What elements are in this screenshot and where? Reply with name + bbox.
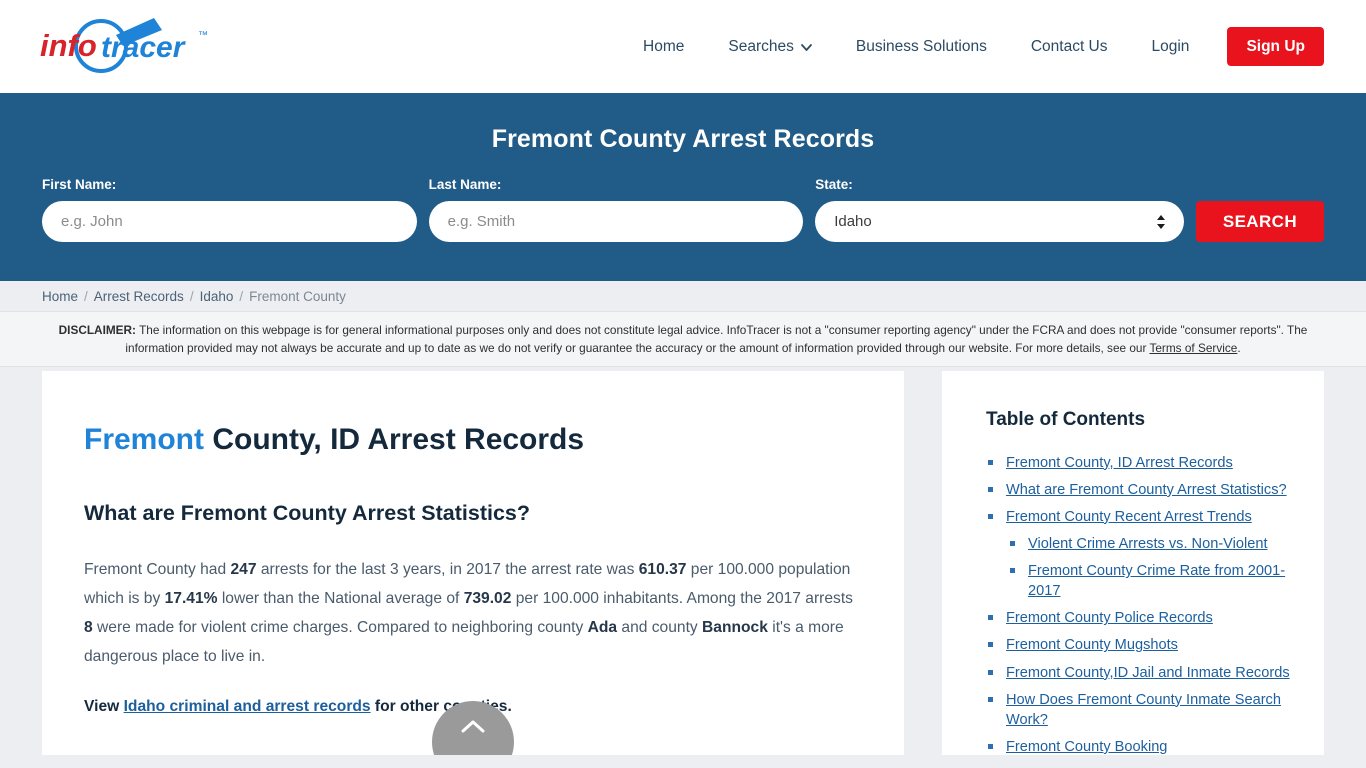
feature-icon-cell-3 — [603, 748, 862, 754]
toc-item[interactable]: Violent Crime Arrests vs. Non-Violent — [986, 534, 1296, 554]
nav-item-business-solutions[interactable]: Business Solutions — [834, 39, 1009, 55]
toc-link[interactable]: Violent Crime Arrests vs. Non-Violent — [1028, 536, 1268, 552]
main-navigation: Home Searches Business Solutions Contact… — [621, 27, 1324, 66]
first-name-input[interactable] — [42, 201, 417, 242]
toc-link[interactable]: Fremont County, ID Arrest Records — [1006, 455, 1233, 471]
toc-link[interactable]: Fremont County Mugshots — [1006, 637, 1178, 653]
toc-item[interactable]: Fremont County, ID Arrest Records — [986, 453, 1296, 473]
stat-text-4: lower than the National average of — [217, 589, 464, 607]
stat-percent-lower: 17.41% — [164, 589, 218, 607]
toc-link[interactable]: What are Fremont County Arrest Statistic… — [1006, 482, 1287, 498]
toc-link[interactable]: Fremont County Police Records — [1006, 610, 1213, 626]
article-subheading: What are Fremont County Arrest Statistic… — [84, 501, 530, 526]
toc-item[interactable]: Fremont County Mugshots — [986, 635, 1296, 655]
stat-arrests-count: 247 — [230, 561, 257, 579]
sign-up-button[interactable]: Sign Up — [1227, 27, 1324, 66]
article-title-rest: County, ID Arrest Records — [204, 422, 585, 456]
nav-label: Home — [643, 37, 685, 55]
toc-link[interactable]: How Does Fremont County Inmate Search Wo… — [1006, 692, 1281, 728]
svg-text:™: ™ — [198, 30, 208, 41]
svg-text:info: info — [40, 28, 97, 63]
toc-item[interactable]: Fremont County Booking — [986, 737, 1296, 755]
breadcrumb-item-arrest-records[interactable]: Arrest Records — [94, 289, 184, 304]
search-form: First Name: Last Name: State: Idaho — [42, 177, 1325, 242]
arrest-statistics-paragraph: Fremont County had 247 arrests for the l… — [84, 556, 862, 671]
article-card: Fremont County, ID Arrest Records What a… — [42, 370, 904, 755]
stat-national-average: 739.02 — [463, 589, 512, 607]
nav-label: Contact Us — [1030, 37, 1108, 55]
toc-link[interactable]: Fremont County Crime Rate from 2001-2017 — [1028, 563, 1285, 599]
stat-arrest-rate: 610.37 — [638, 561, 687, 579]
toc-item[interactable]: Fremont County Crime Rate from 2001-2017 — [986, 561, 1296, 601]
toc-item[interactable]: Fremont County Police Records — [986, 608, 1296, 628]
stat-text-5: per 100.000 inhabitants. Among the 2017 … — [511, 589, 853, 607]
stat-county-a: Ada — [587, 618, 618, 636]
search-button[interactable]: SEARCH — [1195, 201, 1325, 242]
sign-up-label: Sign Up — [1246, 37, 1305, 55]
state-label: State: — [815, 177, 853, 192]
nav-item-login[interactable]: Login — [1130, 39, 1212, 55]
chevron-up-icon — [461, 720, 485, 733]
state-field-group: State: Idaho — [815, 177, 1184, 242]
stat-text-2: arrests for the last 3 years, in 2017 th… — [256, 561, 639, 579]
first-name-label: First Name: — [42, 177, 117, 192]
breadcrumb-item-idaho[interactable]: Idaho — [200, 289, 234, 304]
site-header: info tracer ™ Home Searches Business Sol… — [0, 0, 1366, 93]
toc-list: Fremont County, ID Arrest Records What a… — [986, 453, 1296, 755]
terms-of-service-link[interactable]: Terms of Service — [1149, 341, 1237, 355]
search-hero: Fremont County Arrest Records First Name… — [0, 93, 1366, 281]
breadcrumb-item-current: Fremont County — [249, 288, 346, 304]
feature-icon-cell-1 — [84, 748, 343, 754]
infotracer-logo[interactable]: info tracer ™ — [38, 16, 213, 78]
toc-item[interactable]: How Does Fremont County Inmate Search Wo… — [986, 690, 1296, 730]
toc-title: Table of Contents — [986, 408, 1146, 430]
stat-text-7: and county — [617, 618, 703, 636]
nav-item-home[interactable]: Home — [621, 39, 706, 55]
toc-link[interactable]: Fremont County Booking — [1006, 739, 1167, 755]
nav-label: Login — [1151, 37, 1190, 55]
stat-county-b: Bannock — [702, 618, 768, 636]
toc-item[interactable]: Fremont County,ID Jail and Inmate Record… — [986, 663, 1296, 683]
article-title-accent: Fremont — [84, 422, 204, 456]
stat-text-6: were made for violent crime charges. Com… — [92, 618, 588, 636]
idaho-records-link[interactable]: Idaho criminal and arrest records — [124, 698, 371, 715]
content-area: Fremont County, ID Arrest Records What a… — [0, 370, 1366, 755]
first-name-field-group: First Name: — [42, 177, 417, 242]
article-title: Fremont County, ID Arrest Records — [84, 423, 862, 458]
toc-link[interactable]: Fremont County,ID Jail and Inmate Record… — [1006, 665, 1290, 681]
breadcrumb-separator: / — [239, 288, 244, 304]
nav-item-searches[interactable]: Searches — [706, 39, 833, 55]
table-of-contents-card: Table of Contents Fremont County, ID Arr… — [942, 370, 1324, 755]
disclaimer-banner: DISCLAIMER: The information on this webp… — [0, 311, 1366, 367]
nav-label: Business Solutions — [855, 37, 987, 55]
view-prefix: View — [84, 698, 124, 716]
nav-label: Searches — [728, 37, 794, 55]
svg-text:tracer: tracer — [101, 31, 187, 64]
toc-link[interactable]: Fremont County Recent Arrest Trends — [1006, 509, 1252, 525]
stat-text-1: Fremont County had — [84, 561, 231, 579]
page-heading: Fremont County Arrest Records — [491, 125, 875, 153]
disclaimer-text: The information on this webpage is for g… — [125, 323, 1308, 356]
breadcrumb-separator: / — [189, 288, 194, 304]
toc-item[interactable]: What are Fremont County Arrest Statistic… — [986, 480, 1296, 500]
last-name-field-group: Last Name: — [428, 177, 804, 242]
breadcrumb-separator: / — [84, 288, 88, 304]
breadcrumb-item-home[interactable]: Home — [42, 289, 78, 304]
last-name-input[interactable] — [428, 201, 804, 242]
breadcrumb: Home / Arrest Records / Idaho / Fremont … — [0, 281, 1366, 311]
last-name-label: Last Name: — [428, 177, 502, 192]
disclaimer-label: DISCLAIMER: — [58, 323, 136, 337]
toc-item[interactable]: Fremont County Recent Arrest Trends — [986, 507, 1296, 527]
nav-item-contact-us[interactable]: Contact Us — [1009, 39, 1130, 55]
stat-violent-count: 8 — [84, 618, 93, 636]
chevron-down-icon — [800, 39, 812, 55]
disclaimer-tail: . — [1237, 341, 1241, 356]
state-select[interactable]: Idaho — [815, 201, 1184, 242]
logo-icon: info tracer ™ — [40, 17, 208, 73]
